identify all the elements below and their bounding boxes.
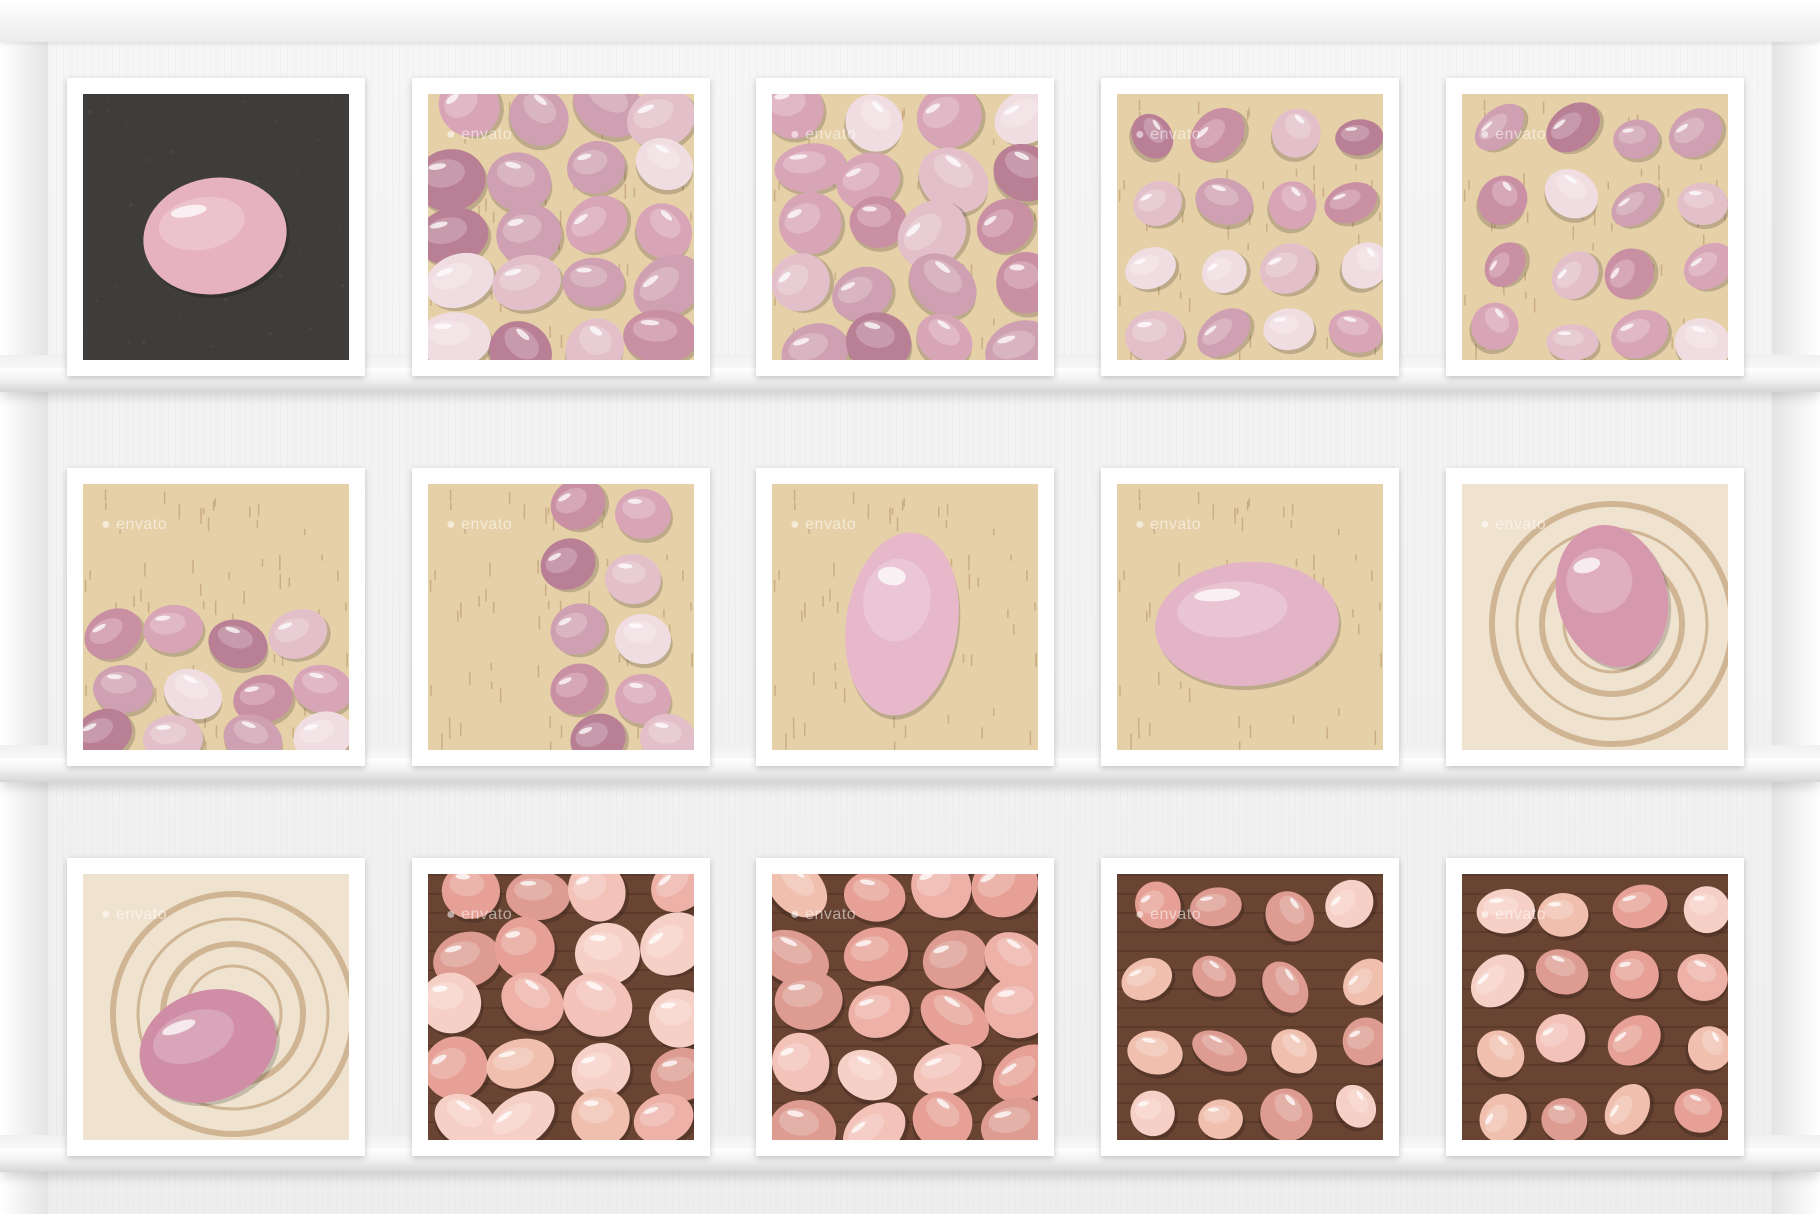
envato-watermark: ● envato xyxy=(1480,906,1547,923)
shelf-top-board xyxy=(0,0,1820,42)
envato-watermark: ● envato xyxy=(446,906,513,923)
envato-watermark: ● envato xyxy=(1480,516,1547,533)
envato-watermark: ● envato xyxy=(446,126,513,143)
envato-watermark: ● envato xyxy=(790,516,857,533)
envato-watermark: ● envato xyxy=(1480,126,1547,143)
shelf-right-edge xyxy=(1772,0,1820,1214)
photo-frame xyxy=(67,78,365,376)
shelf-left-edge xyxy=(0,0,48,1214)
photo-frame: ● envato xyxy=(756,78,1054,376)
photo-frame: ● envato xyxy=(67,468,365,766)
photo-frame: ● envato xyxy=(412,78,710,376)
photo-frame: ● envato xyxy=(1101,468,1399,766)
photo-frame: ● envato xyxy=(756,468,1054,766)
photo-illustration xyxy=(83,94,349,360)
photo-frame: ● envato xyxy=(1446,858,1744,1156)
rose-quartz-photo xyxy=(83,94,349,360)
photo-frame: ● envato xyxy=(67,858,365,1156)
envato-watermark: ● envato xyxy=(1135,516,1202,533)
photo-frame: ● envato xyxy=(412,468,710,766)
envato-watermark: ● envato xyxy=(101,516,168,533)
envato-watermark: ● envato xyxy=(101,906,168,923)
envato-watermark: ● envato xyxy=(1135,906,1202,923)
photo-frame: ● envato xyxy=(1101,858,1399,1156)
envato-watermark: ● envato xyxy=(790,906,857,923)
photo-frame: ● envato xyxy=(1101,78,1399,376)
envato-watermark: ● envato xyxy=(446,516,513,533)
photo-frame: ● envato xyxy=(412,858,710,1156)
envato-watermark: ● envato xyxy=(790,126,857,143)
photo-frame: ● envato xyxy=(1446,468,1744,766)
photo-frame: ● envato xyxy=(756,858,1054,1156)
photo-frame: ● envato xyxy=(1446,78,1744,376)
envato-watermark: ● envato xyxy=(1135,126,1202,143)
